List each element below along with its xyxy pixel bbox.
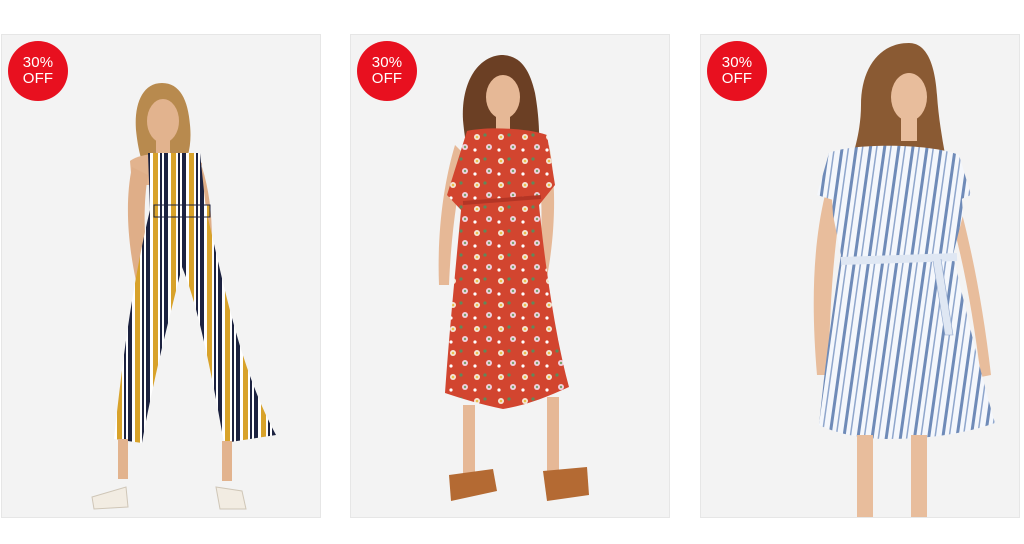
product-card-3[interactable]: 30% OFF <box>700 34 1020 518</box>
product-card-1[interactable]: 30% OFF <box>1 34 321 518</box>
discount-percent: 30% <box>721 54 753 71</box>
discount-percent: 30% <box>22 54 54 71</box>
product-image[interactable] <box>351 35 670 518</box>
product-card-2[interactable]: 30% OFF <box>350 34 670 518</box>
discount-off-label: OFF <box>22 70 54 87</box>
discount-badge: 30% OFF <box>707 41 767 101</box>
discount-off-label: OFF <box>721 70 753 87</box>
discount-percent: 30% <box>371 54 403 71</box>
product-image[interactable] <box>701 35 1020 518</box>
discount-off-label: OFF <box>371 70 403 87</box>
discount-badge: 30% OFF <box>8 41 68 101</box>
product-image[interactable] <box>2 35 321 518</box>
discount-badge: 30% OFF <box>357 41 417 101</box>
